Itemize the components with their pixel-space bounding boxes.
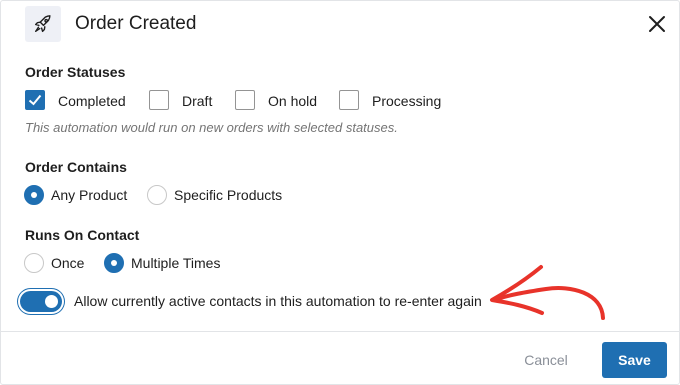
radio-button[interactable] — [147, 185, 167, 205]
order-created-dialog: Order Created Order Statuses Completed D… — [0, 0, 680, 385]
rocket-icon — [25, 6, 61, 42]
save-button[interactable]: Save — [602, 342, 667, 378]
radio-label: Any Product — [51, 187, 128, 203]
checkbox-box[interactable] — [339, 90, 359, 110]
reenter-toggle-label: Allow currently active contacts in this … — [74, 293, 482, 309]
dialog-title: Order Created — [75, 13, 197, 34]
checkbox-label: Draft — [182, 93, 213, 109]
annotation-arrow-icon — [490, 265, 605, 320]
order-contains-label: Order Contains — [25, 159, 127, 175]
close-icon[interactable] — [644, 11, 670, 37]
radio-label: Specific Products — [174, 187, 283, 203]
dialog-header: Order Created — [1, 1, 679, 49]
order-statuses-helper-text: This automation would run on new orders … — [25, 120, 398, 135]
radio-button[interactable] — [24, 185, 44, 205]
order-statuses-label: Order Statuses — [25, 64, 126, 80]
checkbox-box[interactable] — [235, 90, 255, 110]
radio-label: Once — [51, 255, 85, 271]
checkbox-box[interactable] — [25, 90, 45, 110]
checkbox-label: Processing — [372, 93, 442, 109]
checkbox-box[interactable] — [149, 90, 169, 110]
cancel-button[interactable]: Cancel — [506, 343, 586, 377]
checkbox-label: On hold — [268, 93, 318, 109]
radio-button[interactable] — [104, 253, 124, 273]
footer-divider — [1, 331, 679, 332]
radio-button[interactable] — [24, 253, 44, 273]
radio-label: Multiple Times — [131, 255, 221, 271]
checkmark-icon — [28, 94, 42, 106]
checkbox-label: Completed — [58, 93, 126, 109]
toggle-knob — [45, 295, 58, 308]
reenter-toggle[interactable] — [20, 291, 62, 312]
runs-on-contact-label: Runs On Contact — [25, 227, 140, 243]
